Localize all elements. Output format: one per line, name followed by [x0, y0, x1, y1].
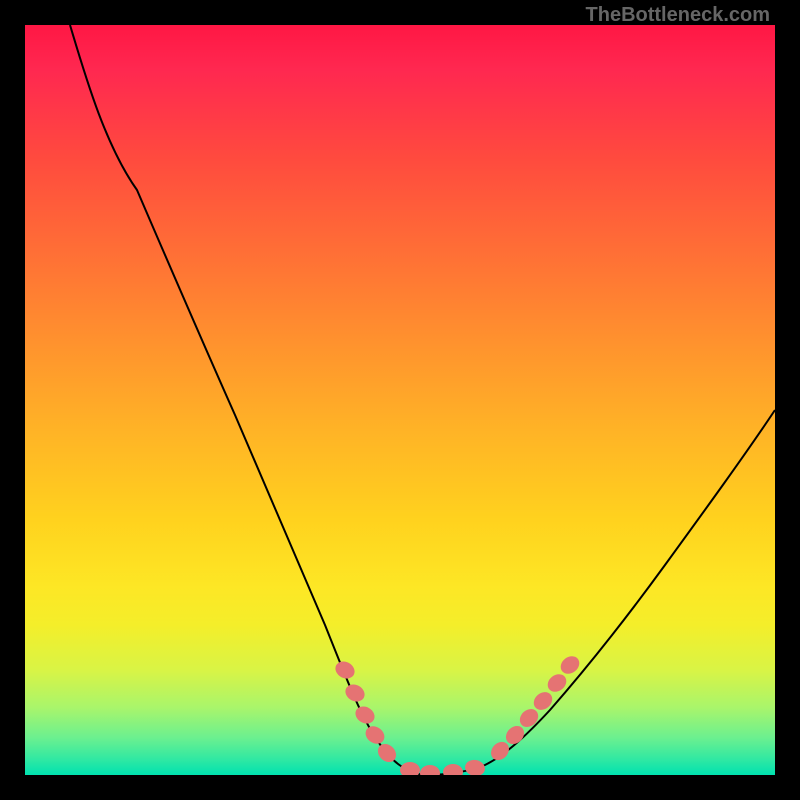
plot-area: [25, 25, 775, 775]
highlight-dot: [342, 681, 367, 705]
chart-container: TheBottleneck.com: [0, 0, 800, 800]
highlight-dot: [400, 762, 420, 775]
chart-svg: [25, 25, 775, 775]
curve-layer: [70, 25, 775, 775]
highlight-dot: [557, 653, 583, 678]
highlight-dot: [332, 658, 357, 682]
highlight-dot: [443, 764, 463, 775]
highlight-dot: [464, 758, 487, 775]
highlight-dot: [352, 703, 377, 727]
bottleneck-curve: [70, 25, 775, 775]
highlight-dot: [420, 765, 440, 775]
watermark-text: TheBottleneck.com: [586, 4, 770, 27]
highlight-dot: [362, 723, 388, 748]
